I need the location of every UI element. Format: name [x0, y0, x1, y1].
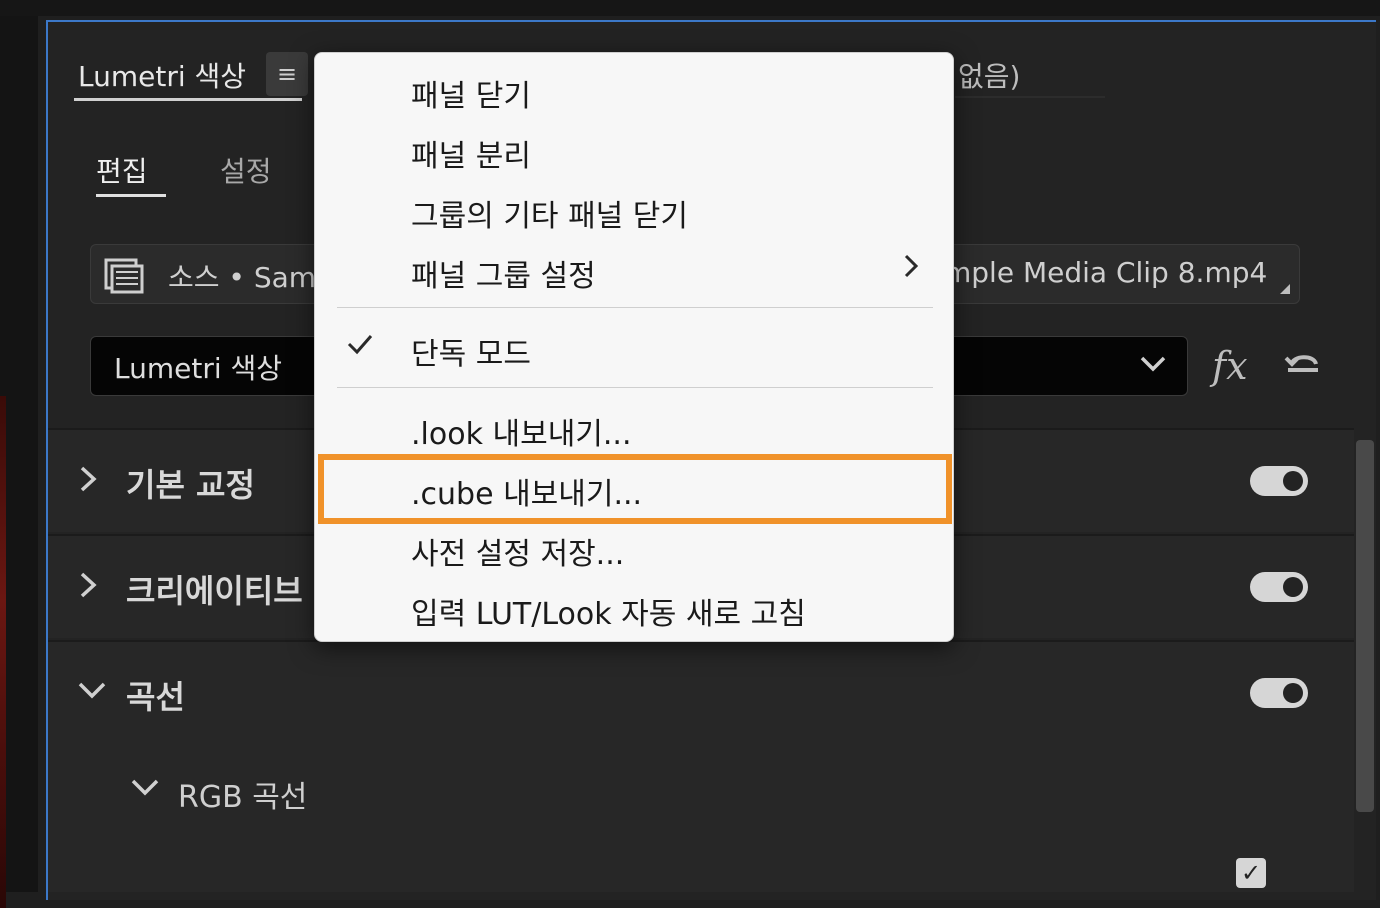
- menu-item-auto-refresh-lut[interactable]: 입력 LUT/Look 자동 새로 고침: [411, 589, 806, 633]
- tab-edit-underline: [96, 194, 166, 197]
- panel-tab-title[interactable]: Lumetri 색상: [78, 55, 246, 95]
- tab-right-divider: [955, 96, 1105, 98]
- chevron-down-icon: [1138, 348, 1168, 385]
- source-label: 소스 • Sam: [168, 261, 317, 294]
- panel-tab-underline: [74, 98, 302, 101]
- tab-settings[interactable]: 설정: [220, 150, 272, 190]
- panel-tab-right[interactable]: 없음): [958, 55, 1020, 95]
- chevron-right-icon: [76, 568, 100, 609]
- subsection-rgb-curves[interactable]: RGB 곡선: [178, 772, 307, 816]
- menu-item-export-look[interactable]: .look 내보내기...: [411, 409, 632, 453]
- effect-dropdown-value: Lumetri 색상: [114, 352, 283, 385]
- chevron-right-icon: [901, 251, 921, 288]
- menu-item-undock-panel[interactable]: 패널 분리: [411, 131, 531, 175]
- section-label: 곡선: [126, 678, 185, 716]
- highlight-box: [318, 454, 952, 524]
- left-panel-strip: [0, 16, 38, 908]
- section-curves[interactable]: [48, 640, 1354, 892]
- checkmark-icon: [345, 329, 375, 366]
- hamburger-icon: ≡: [276, 60, 298, 88]
- menu-item-close-panel[interactable]: 패널 닫기: [411, 71, 531, 115]
- menu-separator: [337, 307, 933, 308]
- fx-icon[interactable]: fx: [1212, 344, 1248, 388]
- menu-item-close-other-panels[interactable]: 그룹의 기타 패널 닫기: [411, 191, 688, 235]
- clip-name: mple Media Clip 8.mp4: [944, 256, 1268, 289]
- chevron-right-icon: [76, 462, 100, 503]
- menu-separator: [337, 387, 933, 388]
- menu-item-save-preset[interactable]: 사전 설정 저장...: [411, 529, 624, 573]
- panel-context-menu: 패널 닫기 패널 분리 그룹의 기타 패널 닫기 패널 그룹 설정 단독 모드 …: [314, 52, 954, 642]
- dropdown-corner-icon: [1280, 284, 1290, 294]
- section-toggle[interactable]: [1250, 572, 1308, 602]
- curve-checkbox[interactable]: ✓: [1236, 858, 1266, 888]
- menu-item-solo-mode[interactable]: 단독 모드: [411, 329, 531, 373]
- chevron-down-icon: [76, 676, 108, 713]
- scrollbar[interactable]: [1356, 440, 1374, 812]
- top-bar: [0, 0, 1380, 16]
- section-label: 기본 교정: [126, 466, 255, 504]
- reset-icon[interactable]: [1282, 348, 1324, 382]
- chevron-down-icon[interactable]: [130, 774, 160, 809]
- section-toggle[interactable]: [1250, 678, 1308, 708]
- tab-edit[interactable]: 편집: [96, 150, 148, 190]
- section-label: 크리에이티브: [126, 572, 303, 610]
- video-preview-edge: [0, 396, 6, 908]
- section-toggle[interactable]: [1250, 466, 1308, 496]
- panel-menu-button[interactable]: ≡: [266, 52, 308, 96]
- menu-item-panel-group-settings[interactable]: 패널 그룹 설정: [411, 251, 596, 295]
- clip-icon: [104, 256, 146, 294]
